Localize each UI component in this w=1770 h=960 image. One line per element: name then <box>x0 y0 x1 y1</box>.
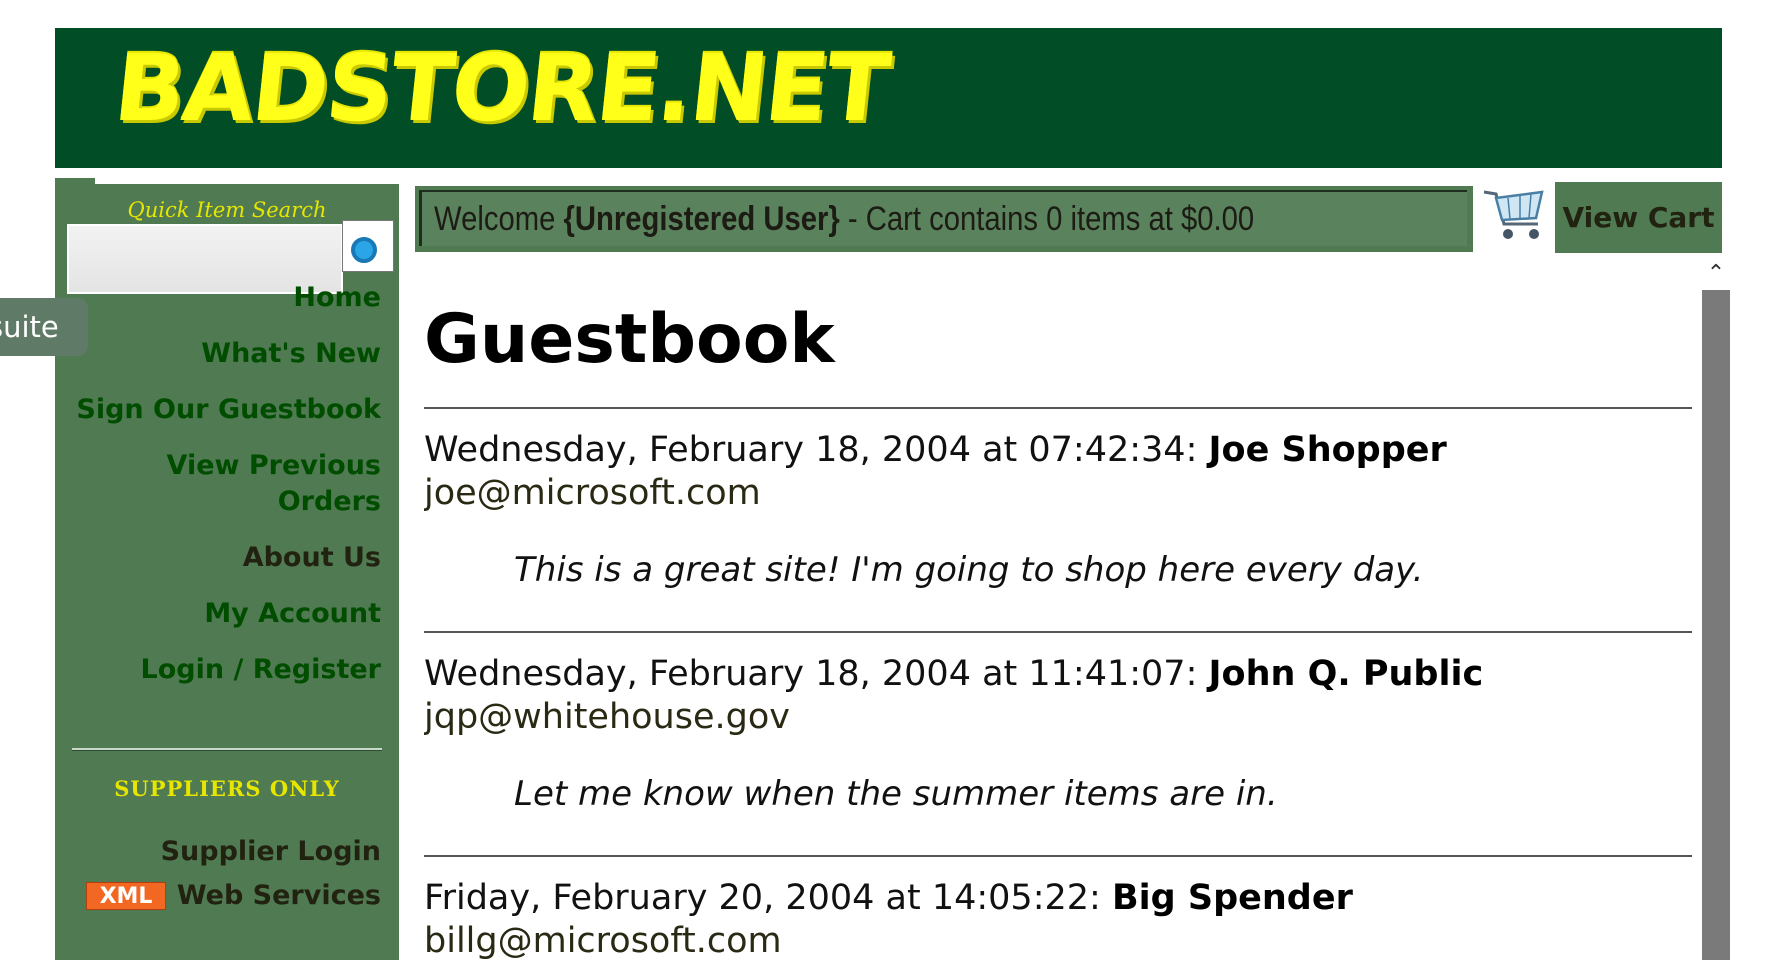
quick-search-label: Quick Item Search <box>127 198 327 222</box>
nav-about-us[interactable]: About Us <box>243 540 381 576</box>
entry-header: Friday, February 20, 2004 at 14:05:22: B… <box>424 878 1353 918</box>
nav-view-previous-orders[interactable]: View Previous Orders <box>131 448 381 520</box>
entry-divider <box>424 855 1692 857</box>
entry-header: Wednesday, February 18, 2004 at 11:41:07… <box>424 654 1483 694</box>
entry-timestamp: Friday, February 20, 2004 at 14:05:22: <box>424 878 1101 918</box>
site-banner: BADSTORE.NET <box>55 28 1722 168</box>
title-divider <box>424 407 1692 409</box>
page-title: Guestbook <box>424 300 835 379</box>
nav-sign-guestbook[interactable]: Sign Our Guestbook <box>76 392 381 428</box>
view-cart-button[interactable]: View Cart <box>1555 182 1722 253</box>
entry-divider <box>424 631 1692 633</box>
entry-email: billg@microsoft.com <box>424 921 782 960</box>
entry-message: This is a great site! I'm going to shop … <box>514 550 1424 590</box>
suite-overlay-tab[interactable]: suite <box>0 298 88 356</box>
entry-message: Let me know when the summer items are in… <box>514 774 1278 814</box>
suite-tab-label: suite <box>0 310 59 344</box>
welcome-bar: Welcome {Unregistered User} - Cart conta… <box>415 186 1473 252</box>
nav-whats-new[interactable]: What's New <box>201 336 381 372</box>
entry-email: jqp@whitehouse.gov <box>424 697 790 737</box>
welcome-text: Welcome {Unregistered User} - Cart conta… <box>434 200 1254 239</box>
entry-timestamp: Wednesday, February 18, 2004 at 11:41:07… <box>424 654 1198 694</box>
nav-home[interactable]: Home <box>293 280 381 316</box>
shopping-cart-icon[interactable] <box>1478 180 1550 252</box>
quick-search-button[interactable] <box>342 220 394 272</box>
nav-web-services[interactable]: Web Services <box>177 878 381 914</box>
nav-login-register[interactable]: Login / Register <box>140 652 381 688</box>
entry-timestamp: Wednesday, February 18, 2004 at 07:42:34… <box>424 430 1198 470</box>
entry-email: joe@microsoft.com <box>424 473 761 513</box>
cart-status: - Cart contains 0 items at $0.00 <box>839 200 1255 238</box>
entry-header: Wednesday, February 18, 2004 at 07:42:34… <box>424 430 1447 470</box>
xml-badge: XML <box>86 882 166 910</box>
nav-my-account[interactable]: My Account <box>204 596 381 632</box>
guestbook-content: Guestbook Wednesday, February 18, 2004 a… <box>424 260 1692 960</box>
entry-author: Big Spender <box>1111 878 1353 918</box>
chevron-up-icon[interactable]: ⌃ <box>1702 260 1730 288</box>
suppliers-heading: SUPPLIERS ONLY <box>114 776 340 801</box>
welcome-frame: Welcome {Unregistered User} - Cart conta… <box>419 190 1467 246</box>
nav-supplier-login[interactable]: Supplier Login <box>161 834 381 870</box>
entry-author: John Q. Public <box>1208 654 1484 694</box>
scrollbar-thumb[interactable] <box>1702 290 1730 960</box>
sidebar: Quick Item Search Home What's New Sign O… <box>55 184 399 960</box>
search-icon <box>351 237 377 263</box>
welcome-prefix: Welcome <box>434 200 564 238</box>
site-logo[interactable]: BADSTORE.NET <box>109 34 893 144</box>
content-scrollbar[interactable]: ⌃ <box>1702 260 1730 960</box>
sidebar-divider <box>72 748 382 751</box>
entry-author: Joe Shopper <box>1208 430 1447 470</box>
user-name: {Unregistered User} <box>563 200 840 238</box>
